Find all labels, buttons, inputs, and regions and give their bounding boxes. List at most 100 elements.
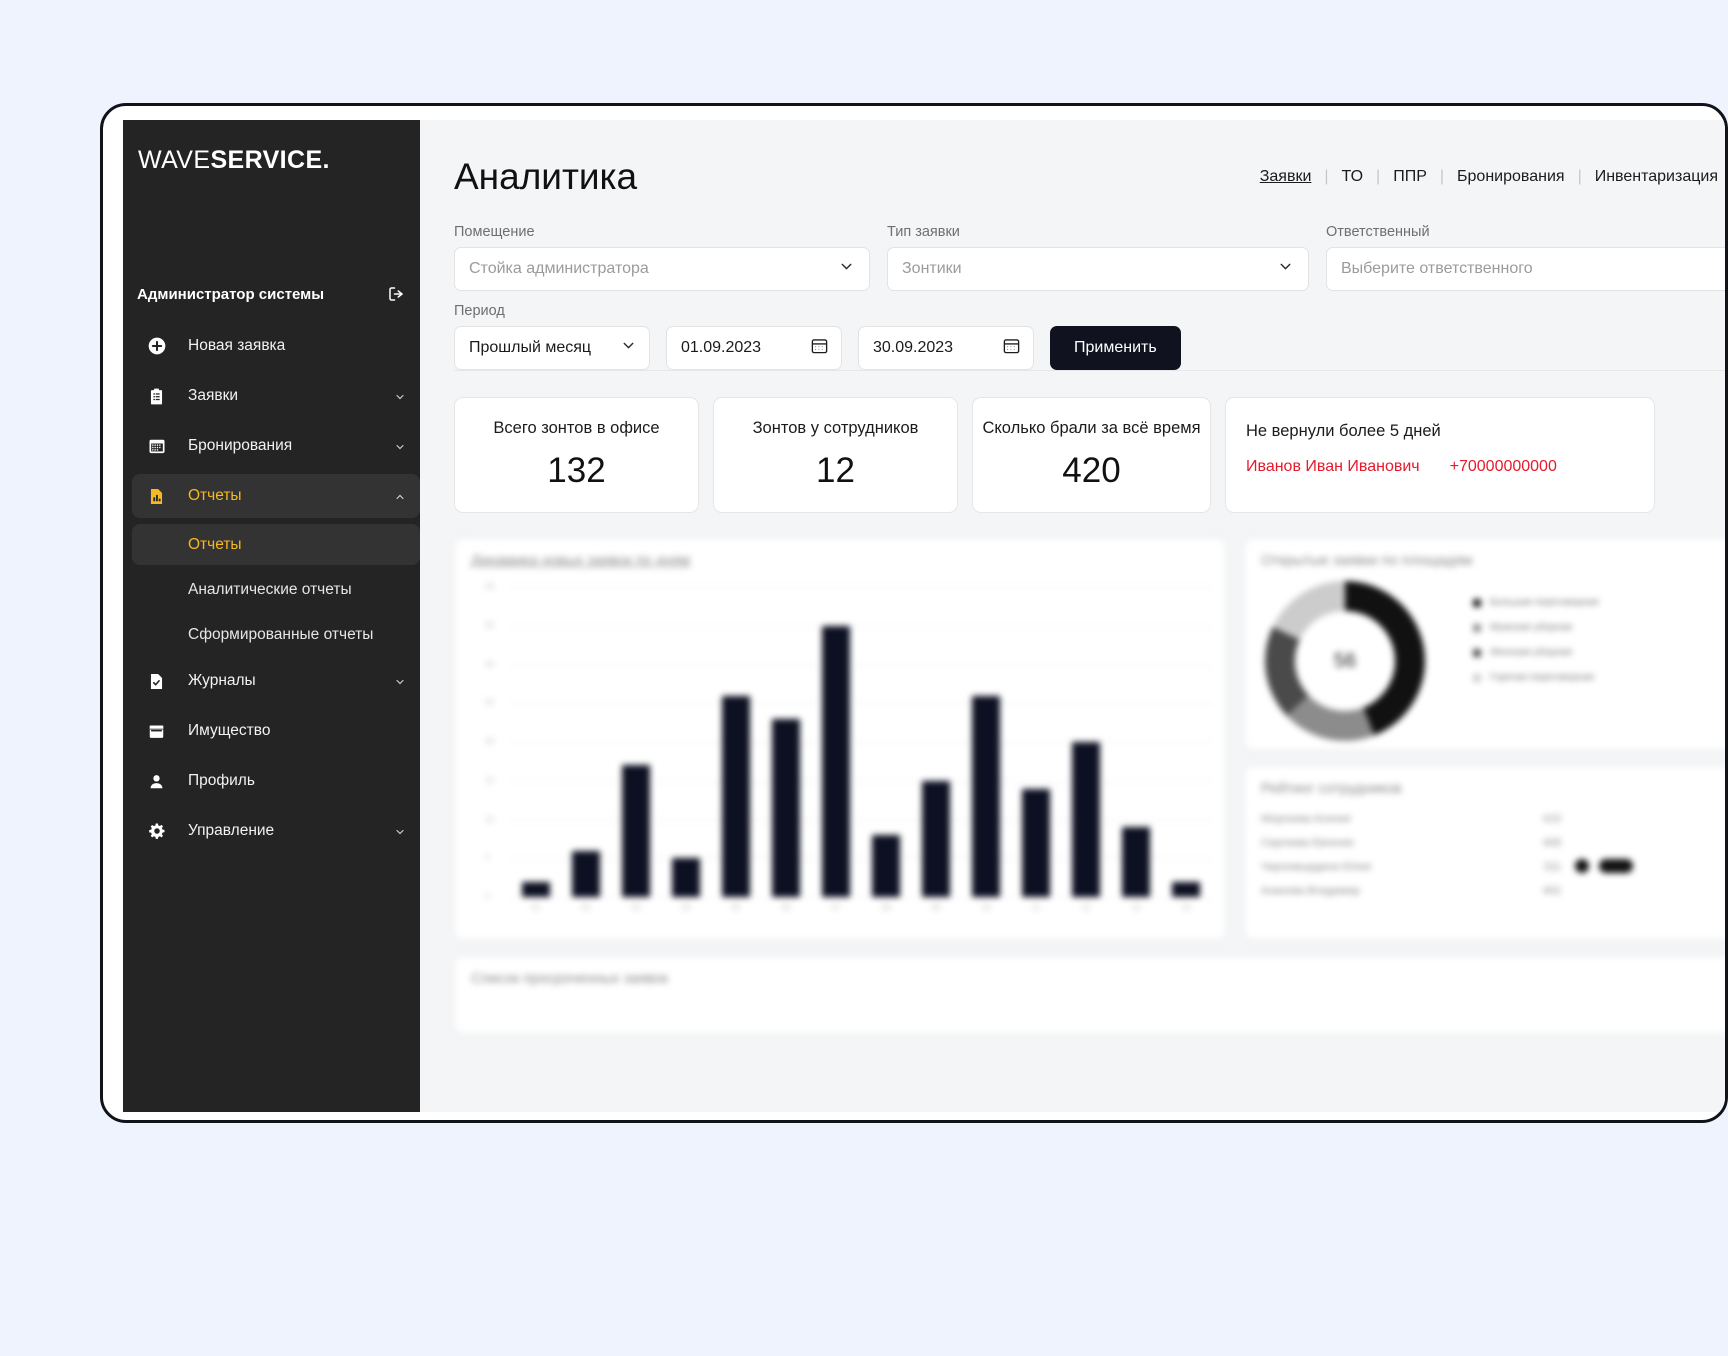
period-select[interactable]: Прошлый месяц: [454, 326, 650, 370]
filter-label-room: Помещение: [454, 224, 870, 240]
chart-bar: [672, 858, 700, 897]
logo-wave: WAVE: [138, 146, 210, 174]
pagination-dot[interactable]: [1575, 859, 1589, 873]
rating-score: 402: [1543, 885, 1561, 897]
chart-y-tick: 25: [485, 698, 494, 707]
sidebar-item-bookings[interactable]: Бронирования: [132, 424, 420, 468]
chart-bar: [1122, 827, 1150, 897]
calendar-icon[interactable]: [810, 336, 829, 360]
legend-swatch: [1473, 624, 1481, 632]
rating-employee-name: Морозова Ксения: [1261, 813, 1351, 825]
sidebar: WAVESERVICE. Администратор системы Новая…: [123, 120, 420, 1112]
overdue-person-name: Иванов Иван Иванович: [1246, 458, 1420, 476]
overdue-row: Иванов Иван Иванович +70000000000: [1246, 458, 1557, 476]
donut-legend-item: Большая переговорная: [1473, 597, 1599, 608]
chart-gridline: [511, 897, 1211, 898]
sidebar-item-journals[interactable]: Журналы: [132, 659, 420, 703]
sidebar-subitem-generated-reports[interactable]: Сформированные отчеты: [132, 614, 420, 655]
filter-group-room: Помещение Стойка администратора: [454, 224, 870, 291]
chart-bar: [872, 835, 900, 897]
widget-card-overdue-requests-list: Список просроченных заявок: [454, 956, 1728, 1034]
chart-bar: [522, 882, 550, 898]
calendar-icon: [146, 436, 167, 457]
journal-icon: [146, 671, 167, 692]
chart-bar: [622, 765, 650, 897]
chevron-down-icon: [394, 825, 406, 837]
top-nav: Заявки | ТО | ППР | Бронирования | Инвен…: [1247, 168, 1728, 186]
sidebar-item-management[interactable]: Управление: [132, 809, 420, 853]
chart-bar: [1172, 882, 1200, 898]
chart-card-new-requests-dynamics: Динамика новых заявок по дням 0510152025…: [454, 538, 1226, 940]
chart-x-tick: 13: [1132, 903, 1141, 912]
sidebar-item-new-request[interactable]: Новая заявка: [132, 324, 420, 368]
top-nav-link-ppr[interactable]: ППР: [1380, 168, 1440, 186]
app-logo: WAVESERVICE.: [138, 146, 330, 175]
main-content: Аналитика Заявки | ТО | ППР | Бронирован…: [420, 120, 1728, 1112]
rating-row: Ананова Владимир402: [1261, 885, 1561, 897]
rating-employee-name: Сергеева Евгения: [1261, 837, 1353, 849]
sidebar-subitem-label: Отчеты: [188, 536, 242, 554]
pagination-dot-active[interactable]: [1599, 859, 1633, 873]
filter-label-responsible: Ответственный: [1326, 224, 1728, 240]
top-nav-link-inventory[interactable]: Инвентаризация: [1582, 168, 1728, 186]
apply-filters-button[interactable]: Применить: [1050, 326, 1181, 370]
legend-label: Горячая переговорная: [1490, 672, 1594, 683]
chart-x-tick: 07: [832, 903, 841, 912]
date-from-value: 01.09.2023: [681, 339, 761, 357]
sidebar-item-reports[interactable]: Отчеты: [132, 474, 420, 518]
sidebar-item-requests[interactable]: Заявки: [132, 374, 420, 418]
filter-label-period: Период: [454, 303, 650, 319]
chart-gridline: [511, 587, 1211, 588]
chart-gridline: [511, 858, 1211, 859]
period-select-value: Прошлый месяц: [469, 339, 591, 357]
date-to-input[interactable]: 30.09.2023: [858, 326, 1034, 370]
responsible-select[interactable]: Выберите ответственного: [1326, 247, 1728, 291]
sidebar-nav: Новая заявка Заявки Бронирования: [132, 324, 420, 859]
sidebar-item-property[interactable]: Имущество: [132, 709, 420, 753]
chart-x-tick: 10: [982, 903, 991, 912]
chart-card-open-requests-by-area: Открытые заявки по площадям 56 Большая п…: [1244, 538, 1728, 750]
chart-bar: [722, 696, 750, 898]
chart-title: Открытые заявки по площадям: [1261, 553, 1472, 569]
chart-gridline: [511, 742, 1211, 743]
donut-legend-item: Горячая переговорная: [1473, 672, 1599, 683]
room-select[interactable]: Стойка администратора: [454, 247, 870, 291]
request-type-select[interactable]: Зонтики: [887, 247, 1309, 291]
donut-legend: Большая переговорнаяМужская уборнаяЖенск…: [1473, 597, 1599, 697]
chart-y-tick: 40: [485, 582, 494, 591]
top-nav-link-to[interactable]: ТО: [1329, 168, 1377, 186]
chevron-down-icon: [620, 337, 637, 359]
kpi-card-overdue-returns: Не вернули более 5 дней Иванов Иван Иван…: [1225, 397, 1655, 513]
legend-label: Большая переговорная: [1490, 597, 1599, 608]
filter-group-period: Период Прошлый месяц: [454, 303, 650, 370]
kpi-value: 12: [816, 451, 855, 491]
top-nav-link-requests[interactable]: Заявки: [1247, 168, 1325, 186]
page-title: Аналитика: [454, 156, 637, 198]
rating-row: Черномырдина Юлия311: [1261, 861, 1561, 873]
chevron-down-icon: [394, 440, 406, 452]
chart-y-tick: 30: [485, 660, 494, 669]
sidebar-subitem-analytic-reports[interactable]: Аналитические отчеты: [132, 569, 420, 610]
chart-x-tick: 08: [882, 903, 891, 912]
top-nav-link-bookings[interactable]: Бронирования: [1444, 168, 1578, 186]
logout-icon[interactable]: [387, 285, 405, 303]
rating-row: Сергеева Евгения408: [1261, 837, 1561, 849]
chart-bar: [772, 719, 800, 897]
sidebar-subitem-reports[interactable]: Отчеты: [132, 524, 420, 565]
calendar-icon[interactable]: [1002, 336, 1021, 360]
sidebar-item-profile[interactable]: Профиль: [132, 759, 420, 803]
chart-x-tick: 09: [932, 903, 941, 912]
chart-x-tick: 14: [1182, 903, 1191, 912]
chart-gridline: [511, 626, 1211, 627]
donut-legend-item: Женская уборная: [1473, 647, 1599, 658]
section-divider: [454, 370, 1728, 371]
rating-score: 415: [1543, 813, 1561, 825]
logo-service: SERVICE.: [210, 146, 329, 174]
request-type-select-value: Зонтики: [902, 260, 962, 278]
chevron-down-icon: [394, 675, 406, 687]
employee-rating-list: Морозова Ксения 415 Сергеева Евгения408 Чер…: [1261, 813, 1561, 909]
date-from-input[interactable]: 01.09.2023: [666, 326, 842, 370]
sidebar-item-label: Журналы: [188, 672, 256, 690]
chart-y-tick: 20: [485, 737, 494, 746]
chart-gridline: [511, 703, 1211, 704]
